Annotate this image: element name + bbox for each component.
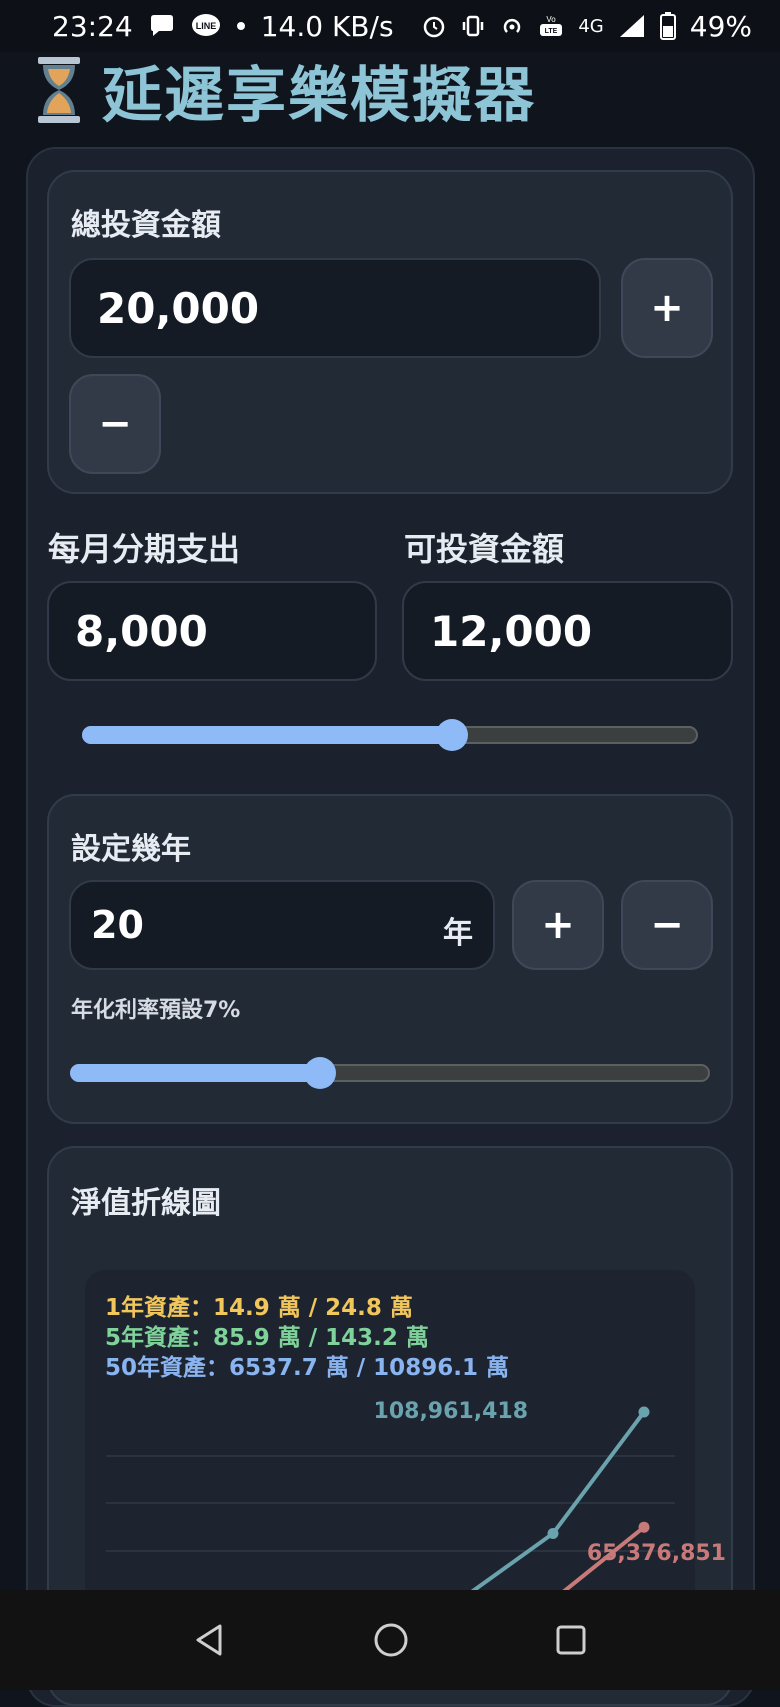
total-investment-label: 總投資金額: [71, 208, 221, 243]
line-app-icon: LINE: [191, 14, 220, 36]
years-slider[interactable]: [70, 1057, 710, 1089]
allocation-slider[interactable]: [82, 719, 698, 751]
status-bar: 23:24 LINE 14.0 KB/s Vo LTE 4G 49%: [0, 0, 780, 52]
signal-icon: [619, 15, 644, 37]
investable-amount-value: 12,000: [402, 581, 733, 681]
navigation-bar: [0, 1590, 780, 1690]
chat-bubble-icon: [150, 15, 173, 36]
years-slider-thumb[interactable]: [303, 1057, 336, 1089]
svg-text:Vo: Vo: [547, 15, 557, 24]
years-value: 20: [91, 903, 144, 947]
years-minus-button[interactable]: −: [621, 880, 713, 970]
page-title: 延遲享樂模擬器: [102, 60, 536, 131]
chart-title: 淨值折線圖: [71, 1186, 221, 1221]
chart-summary-50yr: 50年資產：6537.7 萬 / 10896.1 萬: [105, 1355, 509, 1381]
chart-summary-5yr: 5年資產：85.9 萬 / 143.2 萬: [105, 1325, 429, 1351]
years-slider-fill: [70, 1064, 320, 1082]
back-icon[interactable]: [192, 1622, 228, 1658]
page-header: 延遲享樂模擬器: [36, 50, 536, 131]
rate-hint: 年化利率預設7%: [71, 998, 241, 1023]
total-plus-button[interactable]: +: [621, 258, 713, 358]
total-investment-input[interactable]: 20,000: [69, 258, 601, 358]
total-minus-button[interactable]: −: [69, 374, 161, 474]
monthly-payment-value: 8,000: [47, 581, 377, 681]
chart-summary-1yr: 1年資產：14.9 萬 / 24.8 萬: [105, 1295, 413, 1321]
years-label: 設定幾年: [71, 832, 191, 867]
total-investment-card: 總投資金額 20,000 + −: [47, 170, 733, 494]
monthly-payment-label: 每月分期支出: [48, 530, 241, 568]
battery-level: 49%: [689, 9, 752, 43]
years-input[interactable]: 20 年: [69, 880, 495, 970]
network-speed: 14.0 KB/s: [260, 9, 394, 43]
investable-amount-label: 可投資金額: [404, 530, 565, 568]
home-icon[interactable]: [372, 1621, 410, 1659]
alarm-icon: [424, 16, 445, 38]
svg-text:LINE: LINE: [195, 21, 216, 31]
hotspot-icon: [504, 18, 521, 33]
allocation-slider-fill: [82, 726, 452, 744]
recents-icon[interactable]: [554, 1623, 588, 1657]
years-plus-button[interactable]: +: [512, 880, 604, 970]
dot-icon: [236, 22, 245, 30]
years-unit: 年: [443, 916, 473, 951]
volte-icon: Vo LTE: [540, 15, 563, 36]
hourglass-icon: [38, 57, 80, 123]
svg-text:LTE: LTE: [545, 28, 558, 35]
network-type: 4G: [578, 15, 604, 37]
status-time: 23:24: [52, 9, 133, 43]
battery-icon: [659, 12, 676, 40]
vibrate-icon: [463, 15, 484, 37]
allocation-slider-thumb[interactable]: [435, 719, 468, 751]
